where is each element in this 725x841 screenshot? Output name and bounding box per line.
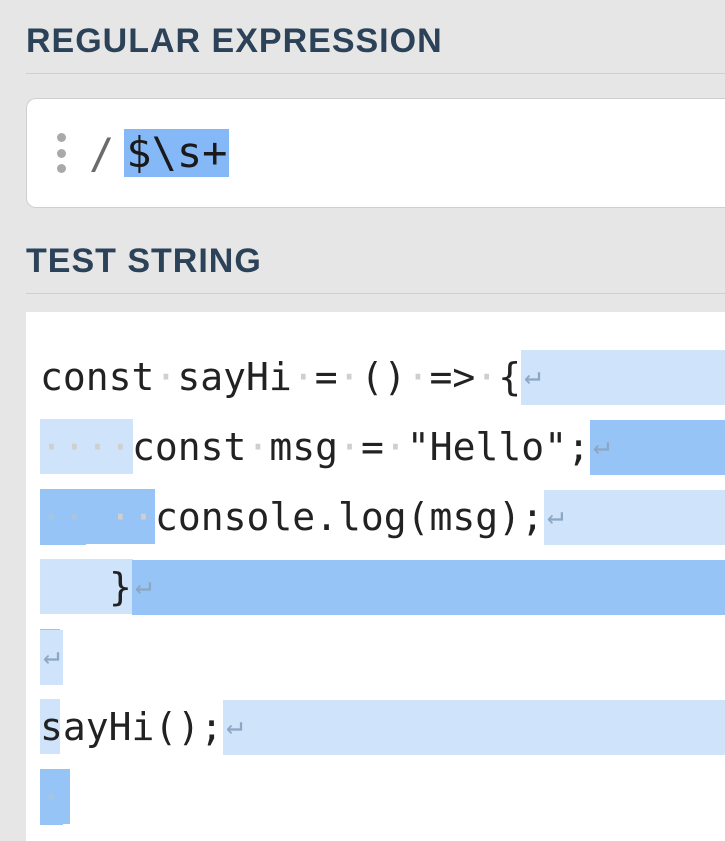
code-line[interactable]: const·sayHi·=·()·=>·{↵ — [40, 342, 725, 412]
code-line[interactable]: ↵ — [40, 622, 725, 692]
code-line[interactable]: ····console.log(msg);↵ — [40, 482, 725, 552]
regex-delimiter: / — [89, 129, 114, 178]
code-line[interactable]: ····const·msg·=·"Hello";↵ — [40, 412, 725, 482]
regex-pattern[interactable]: $\s+ — [124, 129, 229, 177]
code-line[interactable]: sayHi();↵ — [40, 692, 725, 762]
divider — [26, 73, 725, 74]
code-line[interactable]: }↵ — [40, 552, 725, 622]
teststring-section-header: TEST STRING — [26, 242, 725, 281]
regex-input-box[interactable]: / $\s+ — [26, 98, 725, 208]
code-line[interactable]: · — [40, 762, 725, 832]
divider — [26, 293, 725, 294]
dots-vertical-icon[interactable] — [47, 129, 75, 177]
regex-section-header: REGULAR EXPRESSION — [26, 22, 725, 61]
test-string-editor[interactable]: const·sayHi·=·()·=>·{↵····const·msg·=·"H… — [26, 312, 725, 841]
